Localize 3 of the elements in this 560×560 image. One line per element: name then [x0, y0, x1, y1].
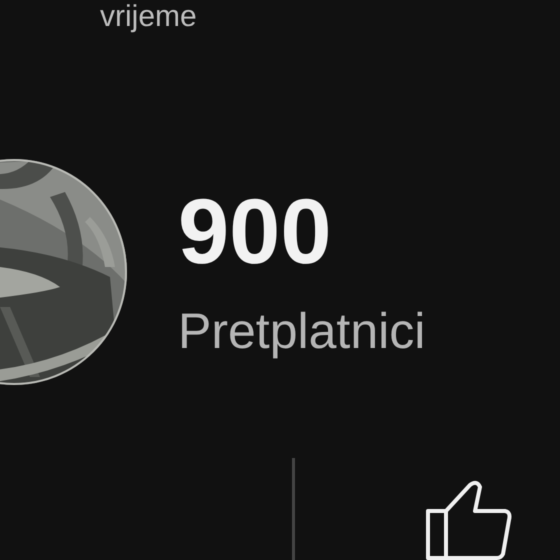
subscriber-label: Pretplatnici	[178, 304, 426, 358]
channel-title: vrijeme	[100, 0, 198, 32]
subscriber-count: 900	[178, 186, 332, 278]
